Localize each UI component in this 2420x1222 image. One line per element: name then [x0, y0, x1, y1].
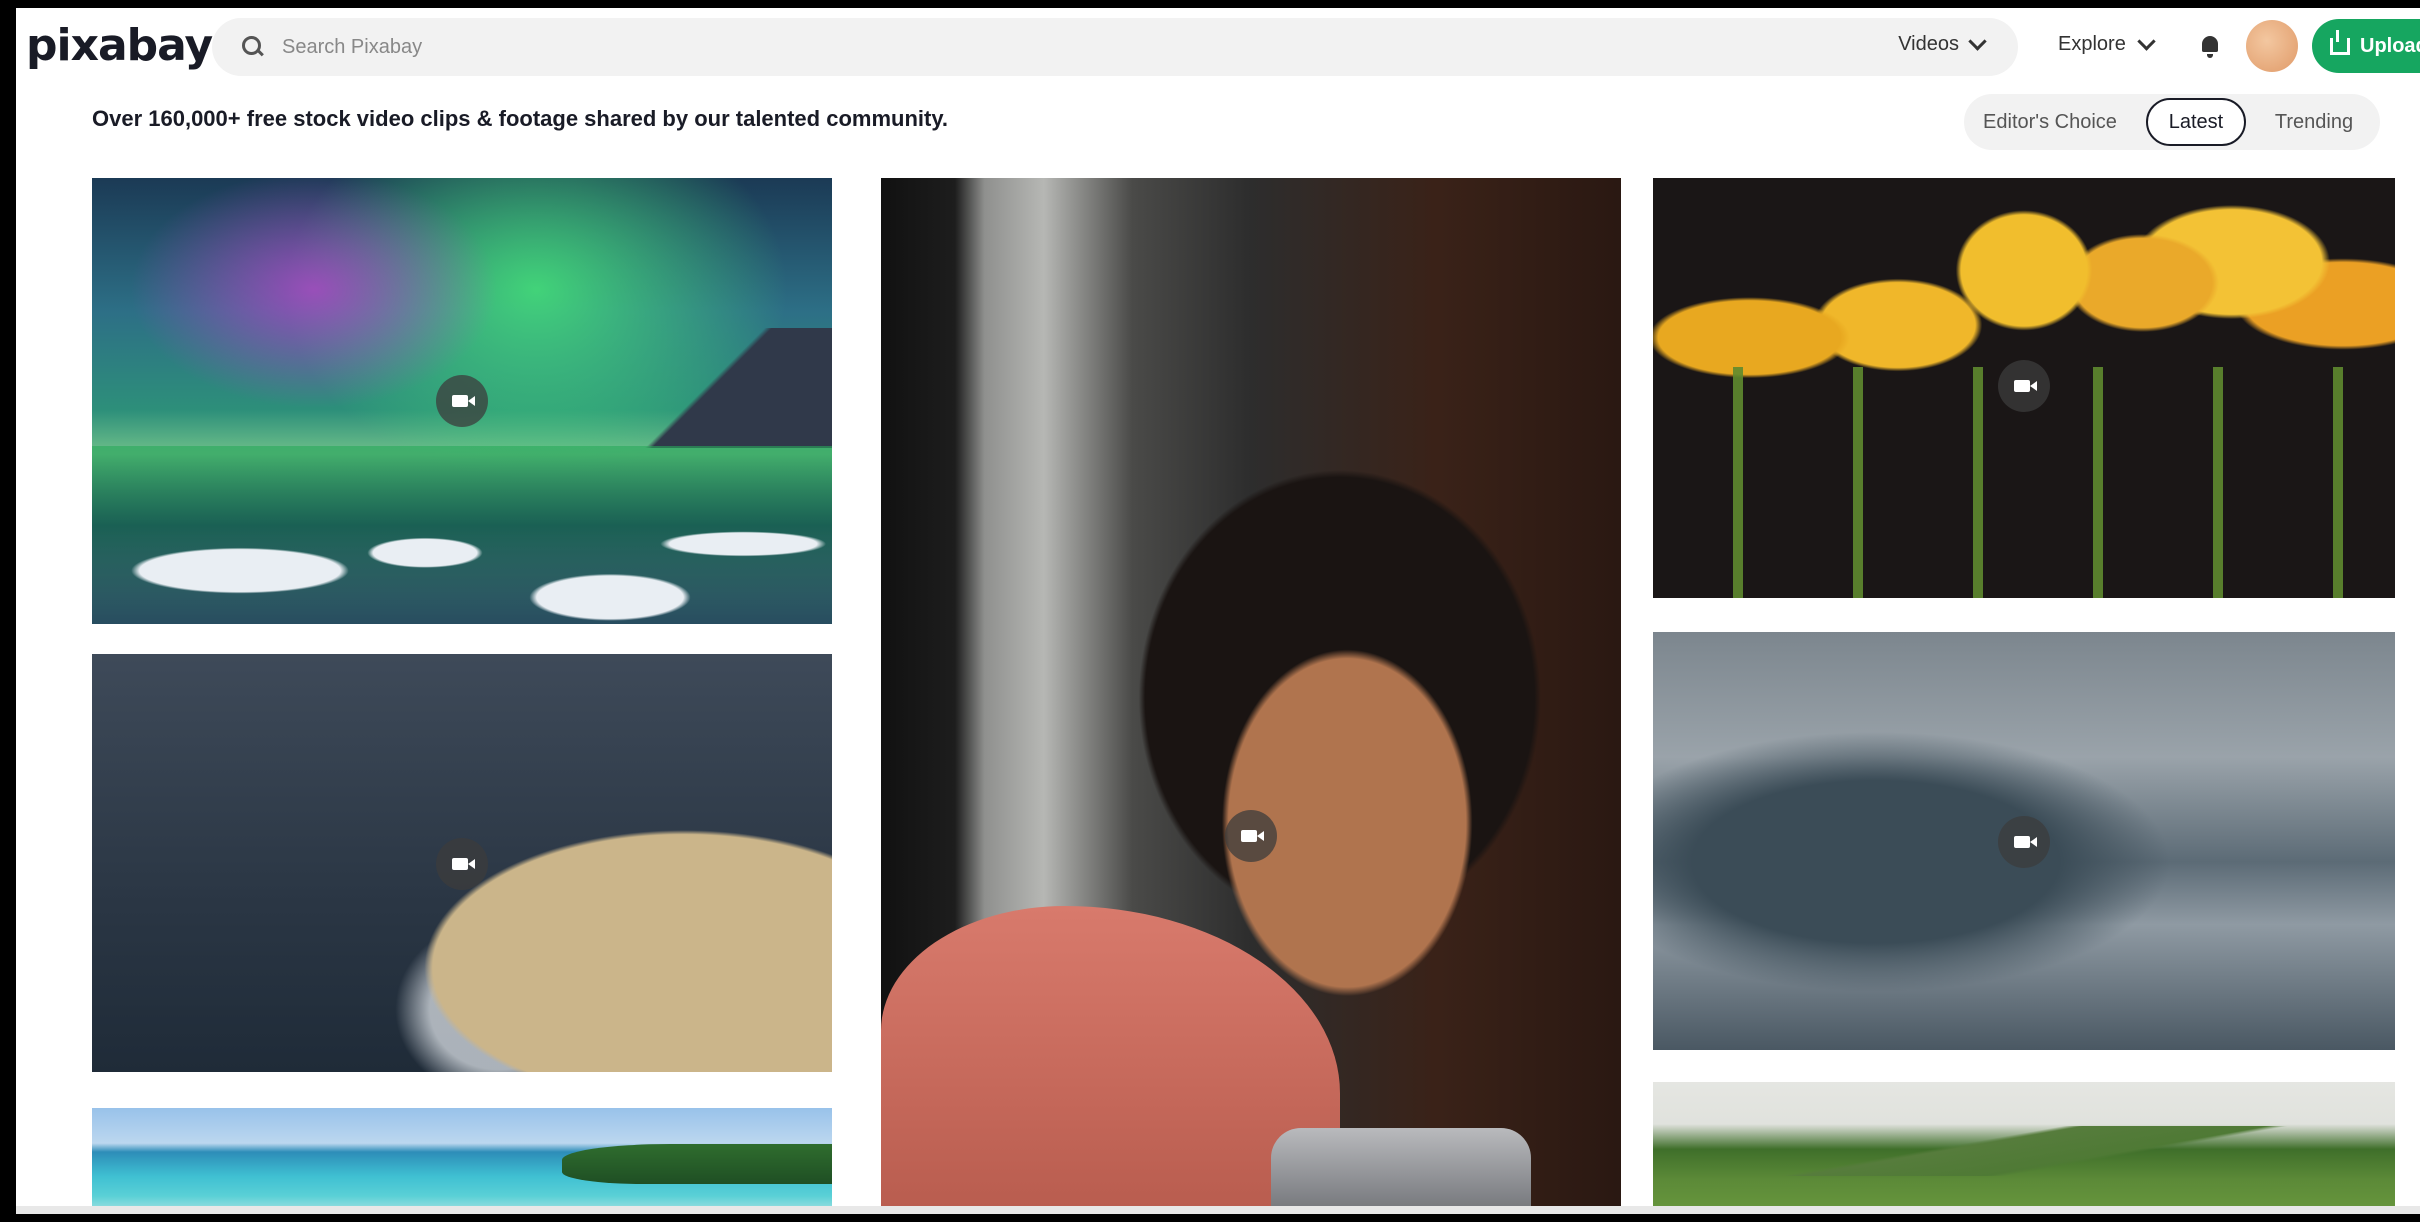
page-tagline: Over 160,000+ free stock video clips & f… — [92, 106, 949, 131]
video-tile-ocean-cliff[interactable] — [92, 654, 832, 1072]
chevron-down-icon — [2137, 32, 2156, 51]
video-camera-icon — [2013, 836, 2037, 848]
tab-editors-choice[interactable]: Editor's Choice — [1980, 94, 2120, 150]
video-badge — [1225, 810, 1277, 862]
search-icon[interactable] — [242, 36, 264, 58]
video-camera-icon — [2013, 380, 2037, 392]
video-tile-smiling-woman[interactable] — [881, 178, 1621, 1214]
video-camera-icon — [451, 858, 475, 870]
horizontal-scrollbar[interactable] — [16, 1206, 2420, 1214]
video-tile-aurora[interactable] — [92, 178, 832, 624]
explore-menu[interactable]: Explore — [2058, 32, 2156, 56]
video-tile-dandelions[interactable] — [1653, 178, 2395, 598]
tab-latest[interactable]: Latest — [2146, 98, 2246, 146]
pixabay-logo[interactable]: pixabay — [26, 20, 213, 71]
bell-icon[interactable] — [2200, 36, 2220, 58]
chevron-down-icon — [1968, 32, 1987, 51]
video-tile-lagoon[interactable] — [92, 1108, 832, 1214]
page: pixabay Videos Explore Upload Over 160,0… — [0, 0, 2420, 1222]
browser-viewport: pixabay Videos Explore Upload Over 160,0… — [16, 8, 2420, 1214]
sort-tabs: Editor's Choice Latest Trending — [1964, 94, 2380, 150]
video-badge — [1998, 360, 2050, 412]
tile-decoration — [1271, 1128, 1531, 1214]
tile-decoration — [562, 1144, 832, 1184]
avatar[interactable] — [2246, 20, 2298, 72]
video-badge — [436, 375, 488, 427]
video-tile-fog-mountains[interactable] — [1653, 632, 2395, 1050]
video-camera-icon — [451, 395, 475, 407]
upload-icon — [2330, 29, 2350, 55]
tab-trending[interactable]: Trending — [2264, 94, 2364, 150]
search-input[interactable] — [280, 34, 1684, 60]
upload-label: Upload — [2360, 34, 2420, 57]
video-tile-green-hills[interactable] — [1653, 1082, 2395, 1214]
tile-decoration — [1653, 1126, 2395, 1176]
search-bar[interactable]: Videos — [212, 18, 2018, 76]
media-type-label: Videos — [1898, 33, 1959, 55]
tile-decoration — [92, 445, 832, 624]
explore-label: Explore — [2058, 33, 2126, 55]
video-camera-icon — [1240, 830, 1264, 842]
upload-button[interactable]: Upload — [2312, 19, 2420, 73]
video-badge — [436, 838, 488, 890]
video-badge — [1998, 816, 2050, 868]
media-type-dropdown[interactable]: Videos — [1898, 32, 1987, 56]
tile-decoration — [592, 328, 832, 448]
